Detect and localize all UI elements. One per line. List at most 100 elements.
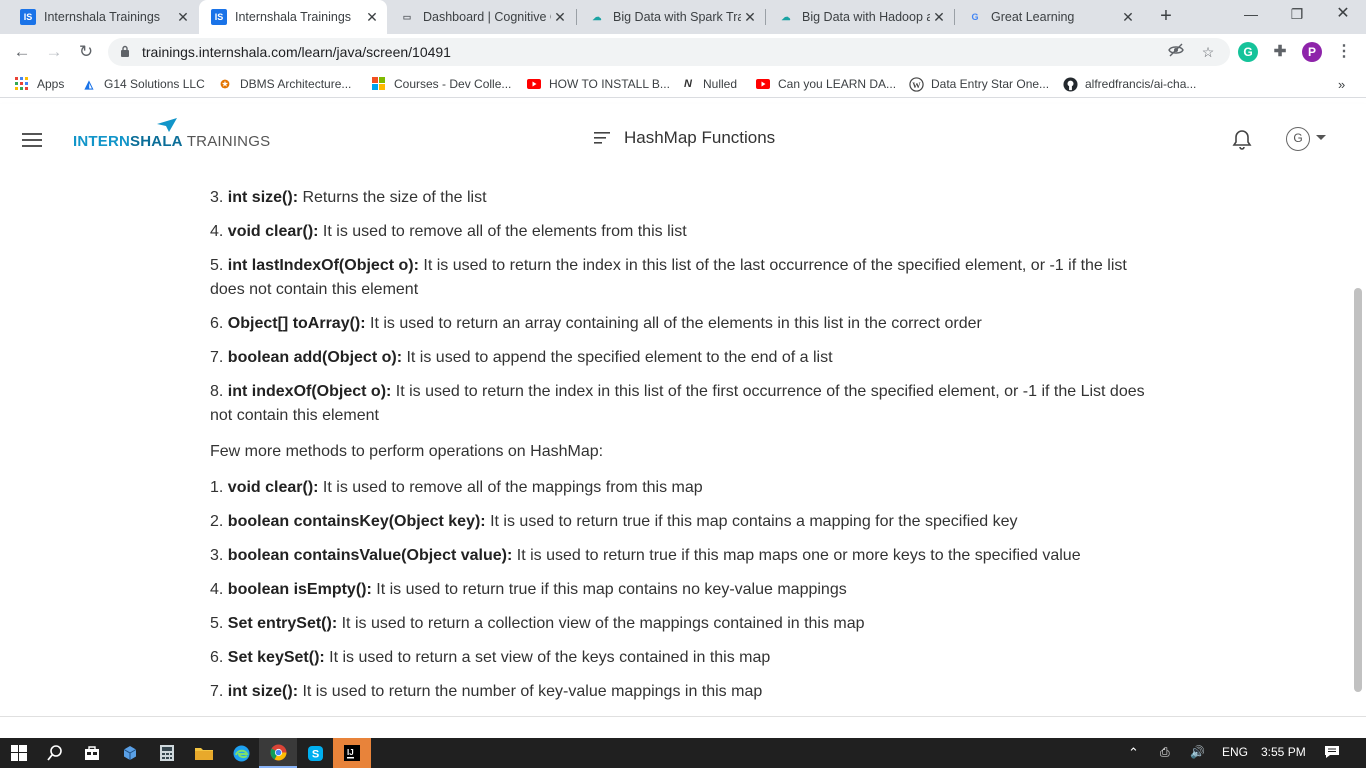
bookmark-label: Nulled — [703, 77, 738, 91]
google-favicon-icon: G — [971, 12, 979, 22]
windows-icon — [371, 76, 387, 92]
list-lines-icon[interactable] — [594, 131, 612, 145]
restore-button[interactable]: ❐ — [1274, 0, 1320, 30]
show-hidden-icons-chevron[interactable]: ⌃ — [1128, 745, 1139, 761]
browser-tab-5[interactable]: ☁ Big Data with Hadoop a ✕ — [766, 0, 954, 34]
bookmark-label: Data Entry Star One... — [931, 77, 1050, 91]
list-item: 6. Object[] toArray(): It is used to ret… — [210, 315, 982, 332]
dashboard-favicon-icon: ▭ — [402, 11, 412, 22]
list-item: 2. boolean containsKey(Object key): It i… — [210, 513, 1018, 530]
cube-app-icon[interactable] — [111, 738, 149, 768]
svg-text:W: W — [912, 79, 921, 89]
bookmark-learn-data[interactable]: Can you LEARN DA... — [755, 75, 896, 93]
close-tab-icon[interactable]: ✕ — [363, 9, 381, 26]
paper-plane-icon — [157, 118, 177, 132]
list-item: 7. boolean add(Object o): It is used to … — [210, 349, 833, 366]
hamburger-menu-icon[interactable] — [22, 133, 42, 147]
chevron-down-icon[interactable] — [1316, 135, 1326, 140]
bookmarks-bar: Apps ◭ G14 Solutions LLC ✪ DBMS Architec… — [0, 70, 1366, 98]
close-window-button[interactable]: ✕ — [1320, 0, 1366, 30]
list-item: 6. Set keySet(): It is used to return a … — [210, 649, 771, 666]
close-tab-icon[interactable]: ✕ — [174, 9, 192, 26]
windows-start-icon[interactable] — [0, 738, 38, 768]
user-avatar[interactable]: G — [1286, 127, 1310, 151]
cloud-favicon-icon: ☁ — [781, 11, 791, 22]
cloud-favicon-icon: ☁ — [592, 11, 602, 22]
intellij-icon[interactable]: IJ — [333, 738, 371, 768]
g14-icon: ◭ — [84, 78, 94, 91]
close-tab-icon[interactable]: ✕ — [741, 9, 759, 26]
internshala-favicon-icon: IS — [20, 9, 36, 25]
minimize-button[interactable]: — — [1228, 0, 1274, 30]
bookmark-github[interactable]: alfredfrancis/ai-cha... — [1062, 75, 1196, 93]
page-title-text: HashMap Functions — [624, 128, 776, 147]
chrome-browser-icon[interactable] — [259, 738, 297, 768]
browser-menu-icon[interactable]: ⋮ — [1334, 42, 1354, 62]
section-intro: Few more methods to perform operations o… — [210, 443, 604, 460]
notification-bell-icon[interactable] — [1232, 129, 1252, 151]
language-indicator[interactable]: ENG — [1222, 745, 1248, 759]
edge-browser-icon[interactable] — [222, 738, 260, 768]
tab-title: Big Data with Spark Tra — [613, 10, 741, 24]
list-item: 1. void clear(): It is used to remove al… — [210, 479, 703, 496]
lock-icon — [121, 45, 129, 57]
list-item: 3. boolean containsValue(Object value): … — [210, 547, 1081, 564]
url-text: trainings.internshala.com/learn/java/scr… — [142, 44, 451, 60]
calculator-icon[interactable] — [148, 738, 186, 768]
close-tab-icon[interactable]: ✕ — [930, 9, 948, 26]
forward-button[interactable]: → — [42, 40, 66, 64]
site-header: INTERNSHALA TRAININGS HashMap Functions … — [0, 104, 1366, 176]
back-button[interactable]: ← — [10, 40, 34, 64]
list-item: 3. int size(): Returns the size of the l… — [210, 189, 487, 206]
lesson-content: 3. int size(): Returns the size of the l… — [0, 176, 1366, 716]
bookmark-star-icon[interactable]: ☆ — [1198, 42, 1218, 62]
device-icon[interactable]: ⎙ — [1160, 745, 1170, 760]
tab-title: Great Learning — [991, 10, 1075, 24]
browser-tab-4[interactable]: ☁ Big Data with Spark Tra ✕ — [577, 0, 765, 34]
nulled-icon: N — [684, 78, 692, 90]
list-item: 5. Set entrySet(): It is used to return … — [210, 615, 865, 632]
file-explorer-icon[interactable] — [185, 738, 223, 768]
page-title: HashMap Functions — [594, 128, 775, 148]
browser-tab-6[interactable]: G Great Learning ✕ — [955, 0, 1143, 34]
store-icon[interactable] — [73, 738, 111, 768]
tab-title: Internshala Trainings — [235, 10, 352, 24]
close-tab-icon[interactable]: ✕ — [1119, 9, 1137, 26]
bookmark-data-entry[interactable]: W Data Entry Star One... — [908, 75, 1049, 93]
address-bar[interactable]: trainings.internshala.com/learn/java/scr… — [108, 38, 1230, 66]
clock-time[interactable]: 3:55 PM — [1261, 745, 1306, 759]
bookmark-label: Can you LEARN DA... — [778, 77, 897, 91]
eye-off-icon[interactable] — [1166, 42, 1186, 62]
skype-icon[interactable]: S — [296, 738, 334, 768]
bookmark-nulled[interactable]: N Nulled — [680, 75, 737, 93]
browser-tab-strip: IS Internshala Trainings ✕ IS Internshal… — [0, 0, 1366, 34]
youtube-icon — [755, 76, 771, 92]
extensions-puzzle-icon[interactable]: ✚ — [1270, 42, 1290, 62]
notifications-center-icon[interactable] — [1324, 745, 1340, 762]
reload-button[interactable]: ↻ — [74, 40, 98, 64]
close-tab-icon[interactable]: ✕ — [551, 9, 569, 26]
dbms-icon: ✪ — [220, 78, 230, 91]
search-icon[interactable] — [36, 738, 74, 768]
browser-tab-2-active[interactable]: IS Internshala Trainings ✕ — [199, 0, 387, 34]
lesson-footer-bar — [0, 716, 1366, 738]
bookmark-courses[interactable]: Courses - Dev Colle... — [371, 75, 511, 93]
svg-text:S: S — [311, 748, 318, 760]
bookmark-g14[interactable]: ◭ G14 Solutions LLC — [81, 75, 205, 93]
bookmark-apps[interactable]: Apps — [14, 75, 64, 93]
browser-tab-3[interactable]: ▭ Dashboard | Cognitive C ✕ — [387, 0, 575, 34]
bookmark-label: alfredfrancis/ai-cha... — [1085, 77, 1197, 91]
browser-tab-1[interactable]: IS Internshala Trainings ✕ — [8, 0, 198, 34]
profile-avatar[interactable]: P — [1302, 42, 1322, 62]
tab-title: Big Data with Hadoop a — [802, 10, 930, 24]
github-icon — [1062, 76, 1078, 92]
more-bookmarks-chevron[interactable]: » — [1338, 75, 1345, 93]
new-tab-button[interactable]: + — [1155, 5, 1177, 27]
page-scrollbar-thumb[interactable] — [1354, 288, 1362, 692]
volume-icon[interactable]: 🔊 — [1190, 745, 1205, 759]
apps-grid-icon — [14, 76, 30, 92]
bookmark-dbms[interactable]: ✪ DBMS Architecture... — [217, 75, 351, 93]
list-item: 4. boolean isEmpty(): It is used to retu… — [210, 581, 847, 598]
grammarly-extension-icon[interactable]: G — [1238, 42, 1258, 62]
bookmark-how-to-install[interactable]: HOW TO INSTALL B... — [526, 75, 670, 93]
